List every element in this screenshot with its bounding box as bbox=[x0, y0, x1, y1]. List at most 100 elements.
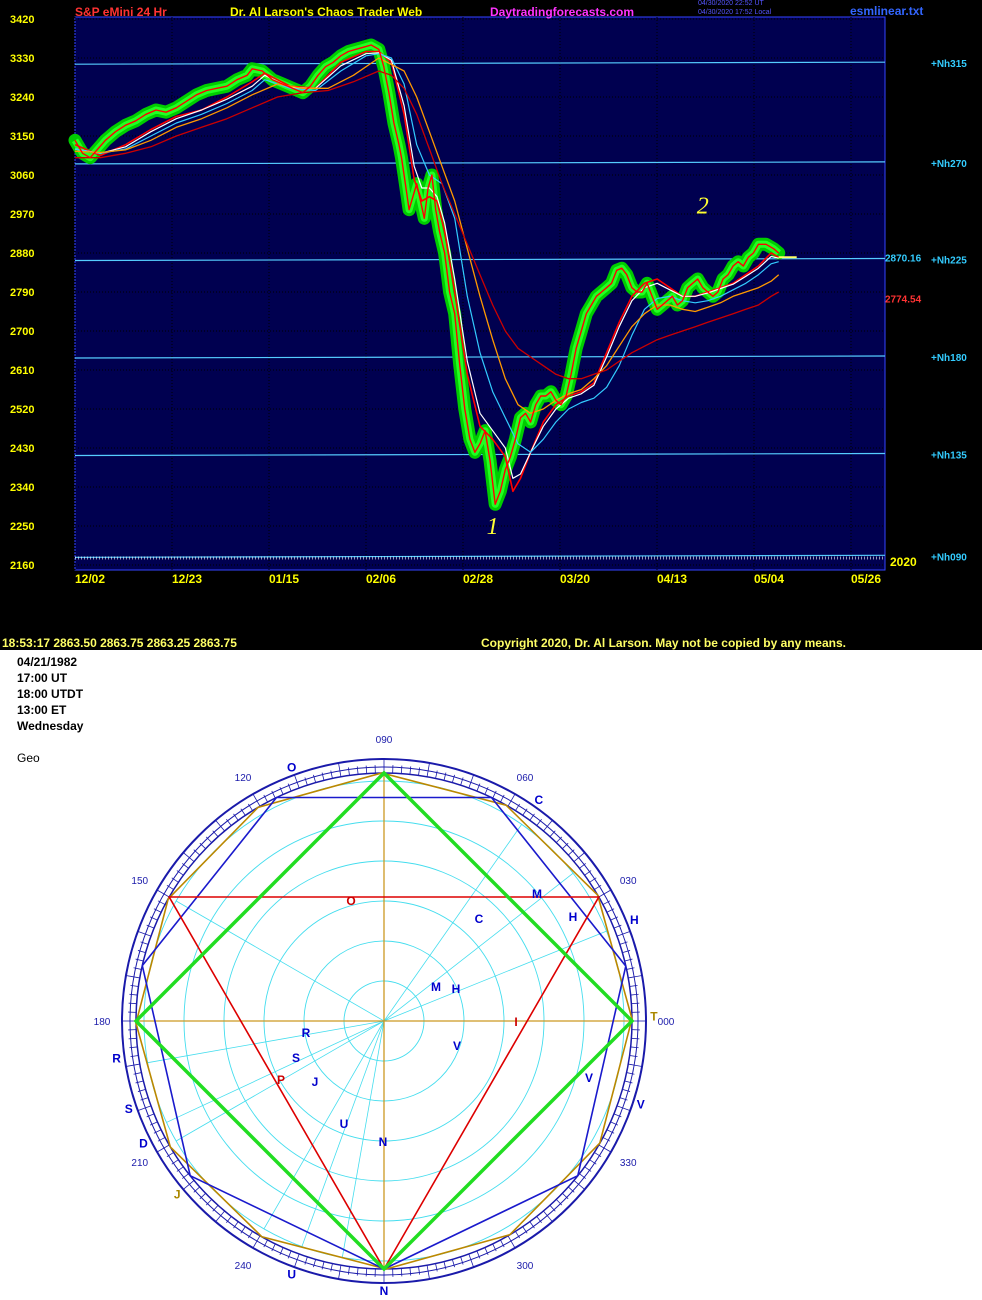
x-tick-label: 02/06 bbox=[366, 572, 396, 586]
inner-planet-glyph: M bbox=[431, 980, 441, 994]
y-tick-label: 3420 bbox=[10, 14, 34, 26]
wheel-tick bbox=[125, 1063, 140, 1067]
y-tick-label: 2880 bbox=[10, 248, 34, 260]
wheel-radial-line bbox=[175, 900, 385, 1022]
wheel-tick bbox=[400, 1268, 403, 1277]
wheel-tick bbox=[133, 1072, 142, 1075]
inner-planet-glyph: H bbox=[569, 910, 578, 924]
wheel-tick bbox=[128, 1002, 137, 1005]
wheel-tick bbox=[330, 770, 333, 779]
wheel-tick bbox=[330, 1263, 333, 1272]
inner-planet-glyph: P bbox=[277, 1073, 285, 1087]
wheel-tick bbox=[630, 1046, 639, 1049]
y-tick-label: 2430 bbox=[10, 443, 34, 455]
degree-label: 300 bbox=[517, 1261, 534, 1272]
site-name: Dr. Al Larson's Chaos Trader Web bbox=[230, 5, 423, 19]
y-tick-label: 3060 bbox=[10, 170, 34, 182]
x-tick-label: 12/23 bbox=[172, 572, 202, 586]
planet-wheel: 000030060090120150180210240270300330OCHT… bbox=[94, 735, 675, 1300]
wheel-tick bbox=[365, 765, 368, 774]
outer-planet-glyph: V bbox=[637, 1097, 645, 1111]
wheel-tick bbox=[128, 1037, 137, 1040]
harmonic-label: +Nh090 bbox=[931, 552, 967, 563]
harmonic-label: +Nh315 bbox=[931, 59, 967, 70]
wheel-tick bbox=[338, 762, 342, 777]
time-local: 04/30/2020 17:52 Local bbox=[698, 9, 772, 16]
inner-planet-glyph: J bbox=[312, 1075, 319, 1089]
average-value-label: 2774.54 bbox=[885, 295, 922, 306]
inner-planet-glyph: C bbox=[475, 912, 484, 926]
wheel-tick bbox=[129, 993, 138, 996]
wheel-tick bbox=[626, 967, 635, 970]
y-tick-label: 2340 bbox=[10, 482, 34, 494]
y-tick-label: 2520 bbox=[10, 404, 34, 416]
inner-planet-glyph: M bbox=[532, 887, 542, 901]
wheel-tick bbox=[130, 984, 139, 987]
wheel-tick bbox=[426, 762, 430, 777]
wheel-tick bbox=[205, 836, 213, 843]
chart-title: S&P eMini 24 Hr bbox=[75, 5, 167, 19]
wheel-tick bbox=[129, 1046, 138, 1049]
inner-planet-glyph: U bbox=[340, 1117, 349, 1131]
wheel-tick bbox=[562, 842, 569, 850]
inner-planet-glyph: V bbox=[453, 1039, 461, 1053]
wave-label-1: 1 bbox=[487, 514, 499, 540]
wheel-tick bbox=[338, 1265, 342, 1280]
x-tick-label: 12/02 bbox=[75, 572, 105, 586]
site-url[interactable]: Daytradingforecasts.com bbox=[490, 5, 634, 19]
outer-planet-glyph: D bbox=[139, 1137, 148, 1151]
price-chart-panel: 3420 3330 3240 3150 3060 2970 2880 2790 2700 2610… bbox=[0, 0, 982, 650]
wheel-tick bbox=[629, 984, 638, 987]
harmonic-label: +Nh270 bbox=[931, 159, 967, 170]
wheel-radial-line bbox=[301, 1020, 385, 1247]
outer-planet-glyph: T bbox=[650, 1009, 658, 1023]
wheel-tick bbox=[199, 842, 206, 850]
degree-label: 000 bbox=[658, 1017, 675, 1028]
wheel-tick bbox=[125, 975, 140, 979]
wheel-tick bbox=[365, 1268, 368, 1277]
wheel-tick bbox=[356, 1267, 359, 1276]
y-tick-label: 2610 bbox=[10, 365, 34, 377]
data-file-name: esmlinear.txt bbox=[850, 4, 924, 18]
degree-label: 090 bbox=[376, 735, 393, 746]
wheel-tick bbox=[631, 1037, 640, 1040]
y-tick-label: 3330 bbox=[10, 53, 34, 65]
wheel-tick bbox=[347, 767, 350, 776]
wheel-tick bbox=[630, 993, 639, 996]
y-tick-label: 2790 bbox=[10, 287, 34, 299]
copyright: Copyright 2020, Dr. Al Larson. May not b… bbox=[481, 636, 846, 650]
wave-label-2: 2 bbox=[697, 193, 709, 219]
y-tick-label: 2160 bbox=[10, 560, 34, 572]
degree-label: 210 bbox=[131, 1158, 148, 1169]
y-tick-label: 2250 bbox=[10, 521, 34, 533]
outer-planet-glyph: S bbox=[125, 1102, 133, 1116]
inner-planet-glyph: S bbox=[292, 1051, 300, 1065]
y-tick-label: 2700 bbox=[10, 326, 34, 338]
inner-planet-glyph: H bbox=[452, 982, 461, 996]
x-tick-label: 05/26 bbox=[851, 572, 881, 586]
time-utc: 04/30/2020 22:52 UT bbox=[698, 0, 764, 7]
wheel-tick bbox=[418, 767, 421, 776]
degree-label: 120 bbox=[235, 773, 252, 784]
outer-planet-glyph: C bbox=[535, 793, 544, 807]
x-tick-label: 02/28 bbox=[463, 572, 493, 586]
outer-planet-glyph: J bbox=[174, 1188, 181, 1202]
outer-planet-glyph: N bbox=[380, 1284, 389, 1298]
wheel-tick bbox=[628, 975, 643, 979]
wheel-tick bbox=[426, 1265, 430, 1280]
inner-planet-glyph: I bbox=[514, 1015, 517, 1029]
wheel-tick bbox=[555, 836, 563, 843]
inner-planet-glyph: N bbox=[379, 1135, 388, 1149]
wheel-tick bbox=[199, 1192, 206, 1200]
harmonic-label: +Nh225 bbox=[931, 256, 967, 267]
inner-planet-glyph: O bbox=[346, 894, 355, 908]
wheel-tick bbox=[133, 967, 142, 970]
wheel-tick bbox=[130, 1055, 139, 1058]
wheel-tick bbox=[205, 1199, 213, 1206]
price-chart: 3420 3330 3240 3150 3060 2970 2880 2790 2700 2610… bbox=[10, 14, 967, 586]
wheel-tick bbox=[631, 1002, 640, 1005]
wheel-tick bbox=[356, 766, 359, 775]
wheel-tick bbox=[562, 1192, 569, 1200]
degree-label: 180 bbox=[94, 1017, 111, 1028]
inner-planet-glyph: R bbox=[302, 1026, 311, 1040]
